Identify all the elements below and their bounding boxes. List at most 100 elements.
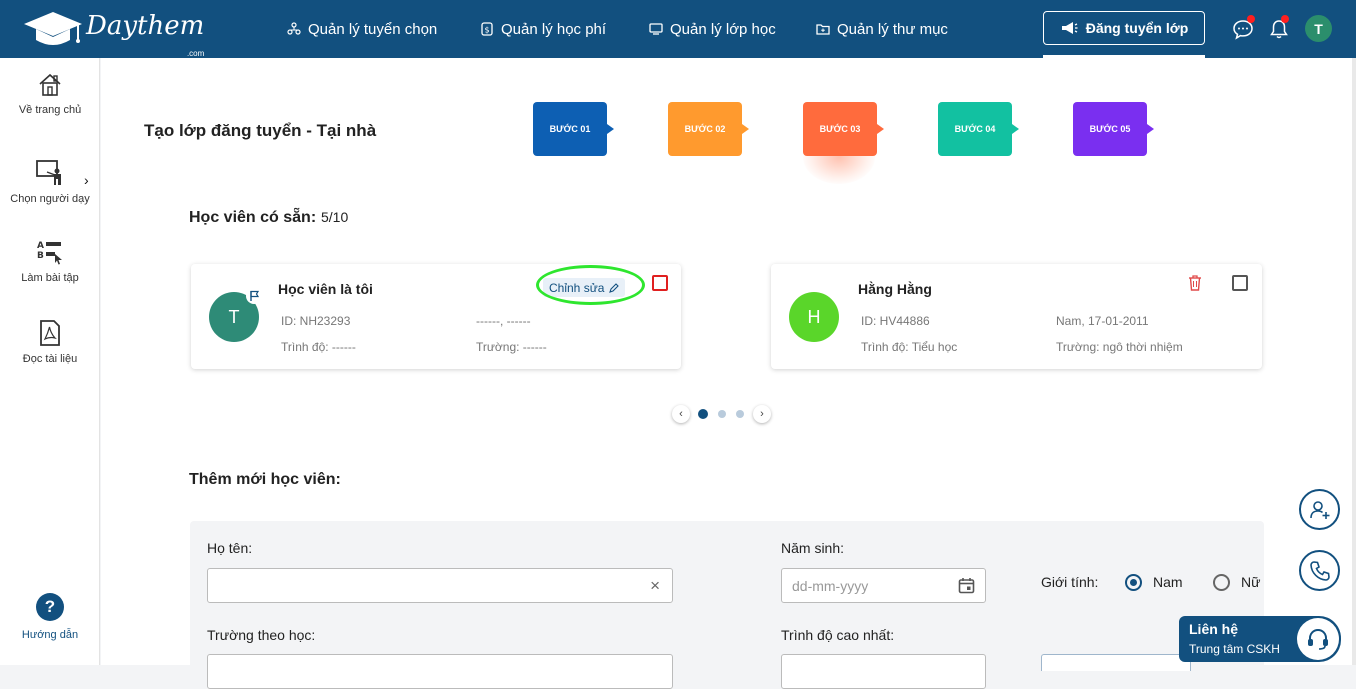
sidebar-item-help[interactable]: ? Hướng dẫn xyxy=(0,593,100,641)
page-title: Tạo lớp đăng tuyển - Tại nhà xyxy=(144,121,377,140)
sidebar: Về trang chủ Chọn người dạy › AB Làm bài… xyxy=(0,58,100,665)
highlight-annotation xyxy=(536,265,645,305)
add-student-title: Thêm mới học viên: xyxy=(189,471,341,488)
folder-plus-icon xyxy=(816,24,830,35)
quiz-icon: AB xyxy=(37,241,62,265)
student-gender-dob: Nam, 17-01-2011 xyxy=(1056,314,1149,328)
student-select-checkbox[interactable] xyxy=(652,275,668,291)
student-level: Trình độ: ------ xyxy=(281,340,356,354)
carousel-next-button[interactable]: › xyxy=(753,405,771,423)
contact-title: Liên hệ xyxy=(1189,621,1239,637)
carousel-prev-button[interactable]: ‹ xyxy=(672,405,690,423)
top-navigation-bar: Daythem .com Quản lý tuyển chọn $ Quản l… xyxy=(0,0,1356,58)
student-name: Hằng Hằng xyxy=(858,281,932,297)
student-card[interactable]: H Hằng Hằng ID: HV44886 Nam, 17-01-2011 … xyxy=(771,264,1262,369)
nav-label: Quản lý học phí xyxy=(501,20,607,38)
step-1[interactable]: BƯỚC 01 xyxy=(533,102,614,156)
trash-icon[interactable] xyxy=(1187,274,1203,292)
sidebar-item-homework[interactable]: AB Làm bài tập xyxy=(0,238,100,284)
customer-support-widget[interactable]: Liên hệ Trung tâm CSKH xyxy=(1179,616,1341,662)
scrollbar[interactable] xyxy=(1352,58,1356,665)
add-student-form: Họ tên: × Năm sinh: dd-mm-yyyy Giới tính… xyxy=(190,521,1264,689)
step-4[interactable]: BƯỚC 04 xyxy=(938,102,1019,156)
teacher-board-icon xyxy=(36,160,61,185)
highest-level-select[interactable] xyxy=(781,654,986,689)
sidebar-item-label: Chọn người dạy xyxy=(10,193,90,205)
sidebar-item-label: Làm bài tập xyxy=(21,272,79,284)
gender-label: Giới tính: xyxy=(1041,574,1099,590)
student-school: Trường: ------ xyxy=(476,340,547,354)
sidebar-item-label: Về trang chủ xyxy=(18,104,82,116)
birth-date-input[interactable]: dd-mm-yyyy xyxy=(781,568,986,603)
student-school: Trường: ngô thời nhiệm xyxy=(1056,340,1183,354)
school-label: Trường theo học: xyxy=(207,627,316,643)
step-5[interactable]: BƯỚC 05 xyxy=(1073,102,1154,156)
pdf-document-icon xyxy=(40,320,60,346)
gender-female-label: Nữ xyxy=(1241,574,1261,590)
brand-suffix: .com xyxy=(186,49,205,58)
carousel-dot-active[interactable] xyxy=(698,409,708,419)
monitor-icon xyxy=(649,23,663,35)
sidebar-item-docs[interactable]: Đọc tài liệu xyxy=(0,319,100,365)
gender-male-radio[interactable] xyxy=(1125,574,1142,591)
home-icon xyxy=(39,73,61,96)
student-id: ID: NH23293 xyxy=(281,314,351,328)
step-3[interactable]: BƯỚC 03 xyxy=(803,102,884,156)
gender-female-radio[interactable] xyxy=(1213,574,1230,591)
help-icon: ? xyxy=(36,593,64,621)
birth-year-label: Năm sinh: xyxy=(781,540,845,556)
nav-label: Quản lý thư mục xyxy=(837,20,948,38)
nav-folders[interactable]: Quản lý thư mục xyxy=(816,0,948,58)
people-network-icon xyxy=(287,22,301,35)
svg-text:B: B xyxy=(37,251,44,261)
add-user-icon xyxy=(1309,500,1329,519)
carousel-dot[interactable] xyxy=(736,410,744,418)
name-label: Họ tên: xyxy=(207,540,253,556)
user-avatar[interactable]: T xyxy=(1305,15,1332,42)
brand-name: Daythem xyxy=(86,11,205,41)
main-content: Tạo lớp đăng tuyển - Tại nhà BƯỚC 01 BƯỚ… xyxy=(101,58,1355,689)
svg-text:$: $ xyxy=(484,26,489,35)
student-level: Trình độ: Tiểu học xyxy=(861,340,958,354)
student-gender-dob: ------, ------ xyxy=(476,314,531,328)
available-students-title: Học viên có sẵn: xyxy=(189,209,317,226)
chevron-right-icon[interactable]: › xyxy=(84,172,89,188)
student-avatar: H xyxy=(789,292,839,342)
post-class-button[interactable]: Đăng tuyển lớp xyxy=(1043,11,1205,45)
dollar-doc-icon: $ xyxy=(481,22,493,36)
chat-unread-dot xyxy=(1247,15,1255,23)
nav-label: Quản lý lớp học xyxy=(670,20,776,38)
school-input[interactable] xyxy=(207,654,673,689)
megaphone-icon xyxy=(1061,22,1078,34)
nav-recruitment[interactable]: Quản lý tuyển chọn xyxy=(287,0,437,58)
gender-male-label: Nam xyxy=(1153,574,1183,590)
nav-label: Quản lý tuyển chọn xyxy=(308,20,438,38)
student-name: Học viên là tôi xyxy=(278,281,373,297)
name-input[interactable]: × xyxy=(207,568,673,603)
birth-date-placeholder: dd-mm-yyyy xyxy=(792,577,869,594)
clear-icon[interactable]: × xyxy=(650,576,660,596)
phone-icon xyxy=(1309,560,1330,581)
contact-subtitle: Trung tâm CSKH xyxy=(1189,642,1280,656)
carousel-dot[interactable] xyxy=(718,410,726,418)
highest-level-label: Trình độ cao nhất: xyxy=(781,627,895,643)
headset-icon xyxy=(1297,618,1339,660)
graduation-cap-icon xyxy=(24,12,82,45)
student-id: ID: HV44886 xyxy=(861,314,930,328)
sidebar-item-label: Hướng dẫn xyxy=(21,629,79,641)
nav-tuition[interactable]: $ Quản lý học phí xyxy=(480,0,606,58)
svg-text:A: A xyxy=(37,241,44,251)
available-students-count: 5/10 xyxy=(321,209,349,225)
step-2[interactable]: BƯỚC 02 xyxy=(668,102,749,156)
add-user-float-button[interactable] xyxy=(1299,489,1340,530)
notification-unread-dot xyxy=(1281,15,1289,23)
form-action-button[interactable] xyxy=(1041,654,1191,671)
calendar-icon[interactable] xyxy=(958,577,975,594)
nav-classes[interactable]: Quản lý lớp học xyxy=(649,0,776,58)
sidebar-item-home[interactable]: Về trang chủ xyxy=(0,72,100,116)
student-select-checkbox[interactable] xyxy=(1232,275,1248,291)
daythem-logo[interactable]: Daythem .com xyxy=(22,10,205,58)
call-float-button[interactable] xyxy=(1299,550,1340,591)
post-class-label: Đăng tuyển lớp xyxy=(1085,20,1189,36)
sidebar-item-label: Đọc tài liệu xyxy=(22,353,78,365)
